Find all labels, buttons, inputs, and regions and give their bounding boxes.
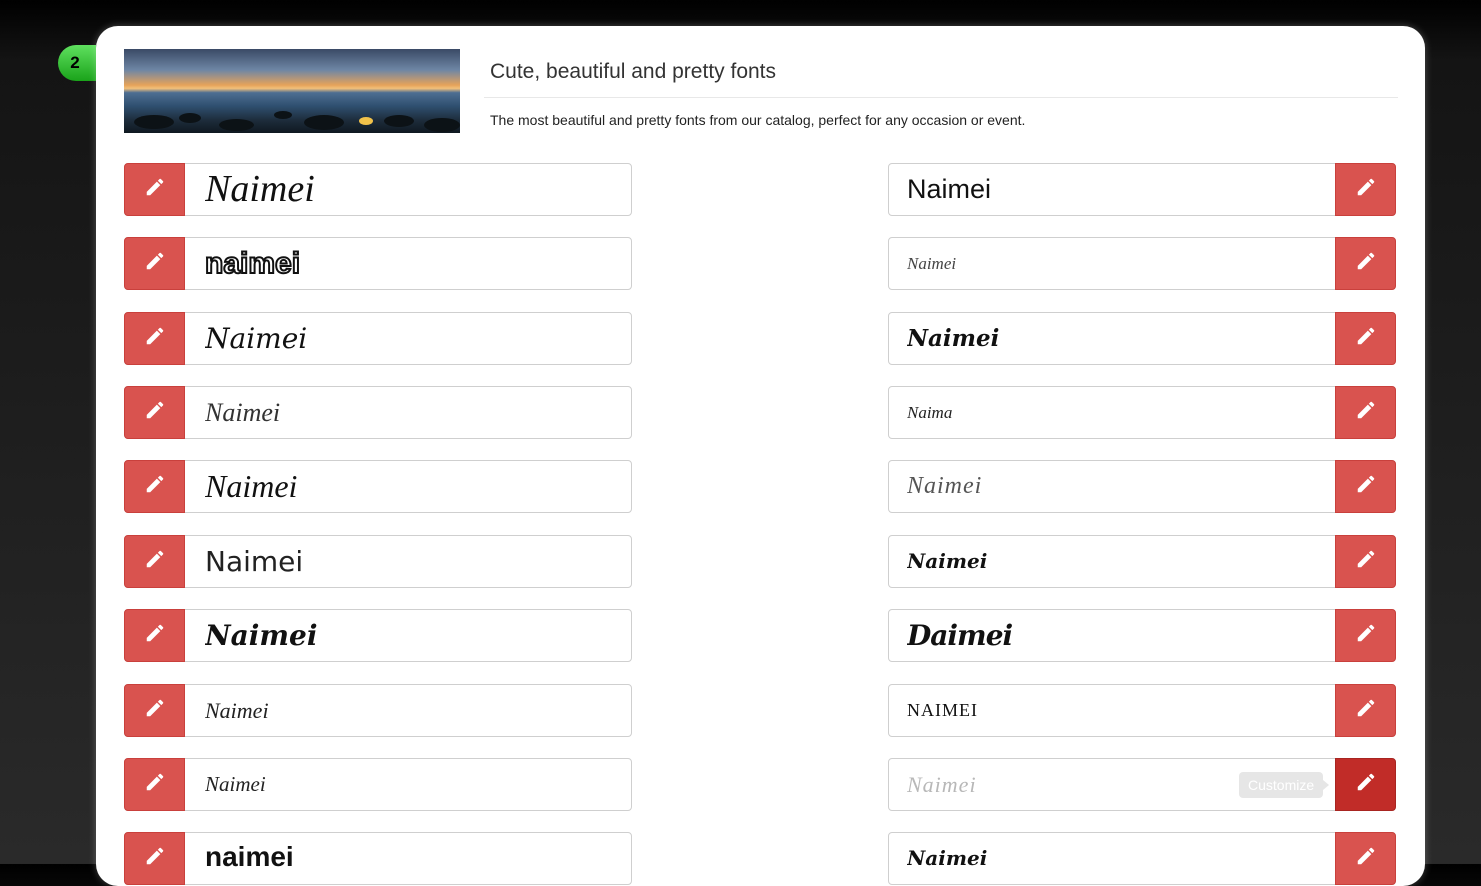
customize-button[interactable] xyxy=(1335,758,1396,811)
collection-description: The most beautiful and pretty fonts from… xyxy=(490,112,1026,128)
font-row[interactable]: Naimei xyxy=(124,312,632,365)
customize-button[interactable] xyxy=(1335,312,1396,365)
pencil-icon xyxy=(1355,325,1377,352)
pencil-icon xyxy=(1355,771,1377,798)
pencil-icon xyxy=(1355,548,1377,575)
font-sample: Naimei xyxy=(205,545,304,578)
pencil-icon xyxy=(144,845,166,872)
customize-button[interactable] xyxy=(124,832,185,885)
font-sample: Daimei xyxy=(907,619,1013,652)
customize-button[interactable] xyxy=(1335,609,1396,662)
pencil-icon xyxy=(144,399,166,426)
font-sample: NAIMEI xyxy=(907,700,978,720)
font-row[interactable]: Naimei xyxy=(888,832,1396,885)
customize-button[interactable] xyxy=(1335,163,1396,216)
customize-button[interactable] xyxy=(124,312,185,365)
font-row[interactable]: Naima xyxy=(888,386,1396,439)
font-sample: Naimei xyxy=(907,473,983,499)
font-row[interactable]: Naimei xyxy=(888,163,1396,216)
collection-title: Cute, beautiful and pretty fonts xyxy=(490,60,777,83)
title-divider xyxy=(484,97,1398,98)
pencil-icon xyxy=(1355,845,1377,872)
font-row[interactable]: Naimei xyxy=(124,163,632,216)
collection-banner-image xyxy=(124,49,460,133)
customize-button[interactable] xyxy=(124,535,185,588)
step-number-badge: 2 xyxy=(58,45,96,81)
font-sample: Naimei xyxy=(907,549,988,573)
font-row[interactable]: Daimei xyxy=(888,609,1396,662)
font-sample: Naimei xyxy=(907,254,957,273)
pencil-icon xyxy=(144,325,166,352)
pencil-icon xyxy=(144,176,166,203)
pencil-icon xyxy=(144,473,166,500)
customize-button[interactable] xyxy=(124,758,185,811)
font-row[interactable]: Naimei xyxy=(124,609,632,662)
pencil-icon xyxy=(144,622,166,649)
font-sample: Naimei xyxy=(205,468,298,504)
font-row[interactable]: NAIMEI xyxy=(888,684,1396,737)
customize-button[interactable] xyxy=(124,460,185,513)
customize-button[interactable] xyxy=(1335,386,1396,439)
font-sample: naimei xyxy=(205,841,294,872)
font-row[interactable]: Naimei xyxy=(124,684,632,737)
font-row[interactable]: Naimei xyxy=(124,460,632,513)
customize-button[interactable] xyxy=(1335,460,1396,513)
pencil-icon xyxy=(144,548,166,575)
customize-button[interactable] xyxy=(124,163,185,216)
customize-button[interactable] xyxy=(124,237,185,290)
font-sample: Naimei xyxy=(205,398,281,427)
font-row[interactable]: Naimei xyxy=(888,535,1396,588)
font-sample: Naimei xyxy=(907,325,1000,352)
font-sample: Naimei xyxy=(205,698,269,723)
pencil-icon xyxy=(1355,473,1377,500)
pencil-icon xyxy=(1355,697,1377,724)
customize-button[interactable] xyxy=(1335,684,1396,737)
font-row[interactable]: Naimei xyxy=(888,460,1396,513)
pencil-icon xyxy=(1355,250,1377,277)
font-collection-panel xyxy=(96,26,1425,886)
customize-button[interactable] xyxy=(1335,535,1396,588)
font-sample: naimei xyxy=(205,246,301,281)
font-row[interactable]: Naimei xyxy=(124,535,632,588)
font-row[interactable]: Naimei xyxy=(124,386,632,439)
pencil-icon xyxy=(1355,622,1377,649)
font-sample: Naimei xyxy=(205,168,315,210)
font-sample: Naimei xyxy=(907,772,977,797)
customize-button[interactable] xyxy=(124,609,185,662)
pencil-icon xyxy=(144,697,166,724)
font-row[interactable]: Naimei xyxy=(888,237,1396,290)
pencil-icon xyxy=(144,771,166,798)
font-sample: Naimei xyxy=(907,174,992,204)
font-sample: Naimei xyxy=(205,772,266,796)
font-row[interactable]: naimei xyxy=(124,832,632,885)
pencil-icon xyxy=(144,250,166,277)
font-sample: Naima xyxy=(907,403,953,422)
font-row[interactable]: naimei xyxy=(124,237,632,290)
font-row[interactable]: Naimei xyxy=(124,758,632,811)
customize-button[interactable] xyxy=(1335,832,1396,885)
pencil-icon xyxy=(1355,399,1377,426)
customize-button[interactable] xyxy=(124,684,185,737)
font-sample: Naimei xyxy=(205,619,318,652)
customize-tooltip: Customize xyxy=(1239,772,1330,798)
customize-button[interactable] xyxy=(124,386,185,439)
font-sample: Naimei xyxy=(205,322,308,355)
font-row[interactable]: Naimei xyxy=(888,312,1396,365)
pencil-icon xyxy=(1355,176,1377,203)
font-sample: Naimei xyxy=(907,846,988,870)
customize-button[interactable] xyxy=(1335,237,1396,290)
